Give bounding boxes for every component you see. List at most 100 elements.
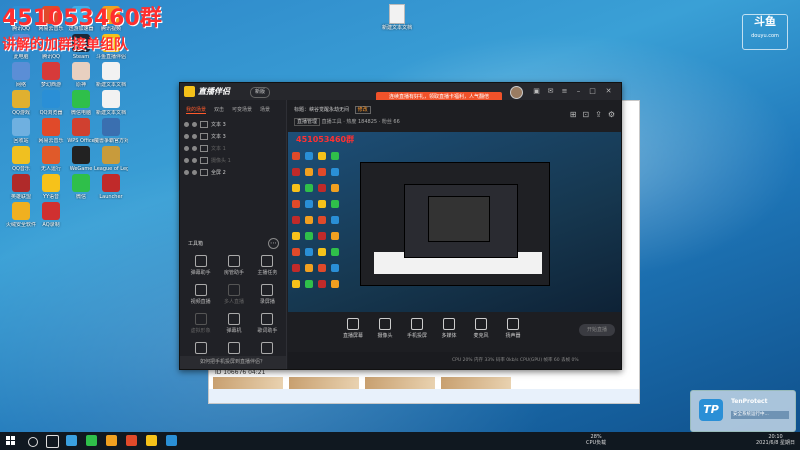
eye-icon[interactable] (184, 169, 189, 175)
lock-icon[interactable] (192, 133, 197, 139)
minimize-icon[interactable]: – (574, 87, 583, 96)
control-button[interactable]: 直播屏幕 (342, 318, 364, 339)
eye-icon[interactable] (184, 145, 189, 151)
tool-button[interactable] (184, 342, 217, 356)
room-manage-button[interactable]: 直播管理 (294, 118, 321, 126)
scene-tab[interactable]: 场景 (260, 106, 270, 114)
app-taskbar-icon[interactable] (126, 435, 137, 446)
desktop-icon[interactable]: WeGame (64, 146, 98, 172)
eye-icon[interactable] (184, 121, 189, 127)
desktop-icon[interactable]: 回收站 (4, 118, 38, 144)
eye-icon[interactable] (184, 157, 189, 163)
tool-button[interactable]: 视频直播 (184, 284, 217, 305)
desktop-icon[interactable]: Launcher (94, 174, 128, 200)
tool-button[interactable] (217, 342, 250, 356)
scene-tab[interactable]: 我的场景 (186, 106, 207, 114)
desktop-icon[interactable]: QQ音乐 (4, 146, 38, 172)
tool-button[interactable]: 多人直播 (217, 284, 250, 305)
maximize-icon[interactable]: □ (588, 87, 597, 96)
desktop-icon[interactable]: 原神 (64, 62, 98, 88)
tool-button[interactable]: 录屏播 (251, 284, 284, 305)
gift-icon[interactable]: ▣ (532, 87, 541, 96)
app-icon (12, 174, 30, 192)
desktop-icon[interactable]: 网络 (4, 62, 38, 88)
tool-button[interactable]: 歌词助手 (251, 313, 284, 334)
preview-overlay-text: 451053460群 (296, 135, 355, 144)
scene-tab[interactable]: 双击 (214, 106, 224, 114)
desktop-icon[interactable]: 梦幻西游 (34, 62, 68, 88)
qq-taskbar-icon[interactable] (166, 435, 177, 446)
desktop-icon[interactable]: League of Legends (94, 146, 128, 172)
desktop-icon[interactable]: WPS Office (64, 118, 98, 144)
desktop-icon[interactable]: 火绒安全软件 (4, 202, 38, 228)
settings-icon[interactable]: ⚙ (608, 110, 615, 119)
tool-button[interactable]: 虚拟形象 (184, 313, 217, 334)
eye-icon[interactable] (184, 133, 189, 139)
start-live-button[interactable]: 开始直播 (579, 324, 615, 336)
windows-start-icon[interactable] (6, 436, 16, 446)
titlebar[interactable]: 直播伴侣 新版 连续直播有好礼，领取直播卡福利，人气翻倍 ▣ ✉ ≡ – □ ✕ (180, 83, 621, 103)
desktop-icon[interactable]: 魔兽争霸官方对战平台 (94, 118, 128, 144)
source-item[interactable]: 摄像头 1 (184, 154, 282, 166)
control-button[interactable]: 扬声器 (502, 318, 524, 339)
tool-button[interactable]: 弹幕机 (217, 313, 250, 334)
lock-icon[interactable] (192, 121, 197, 127)
source-item[interactable]: 文本 3 (184, 118, 282, 130)
control-button[interactable]: 摄像头 (374, 318, 396, 339)
live-companion-window[interactable]: 直播伴侣 新版 连续直播有好礼，领取直播卡福利，人气翻倍 ▣ ✉ ≡ – □ ✕… (179, 82, 622, 370)
share-icon[interactable]: ⇪ (595, 110, 602, 119)
lock-icon[interactable] (192, 145, 197, 151)
lock-icon[interactable] (192, 169, 197, 175)
live-companion-taskbar-icon[interactable] (146, 435, 157, 446)
desktop-icon[interactable]: QQ浏览器 (34, 90, 68, 116)
control-button[interactable]: 多媒体 (438, 318, 460, 339)
room-header: 标题：峡谷觉醒永劫无间 修改 直播管理 直播工具 · 热度 184825 · 粉… (288, 100, 621, 132)
tool-button[interactable] (251, 342, 284, 356)
desktop-icon[interactable]: 微信 (64, 174, 98, 200)
thumbnail[interactable] (289, 377, 359, 389)
source-item[interactable]: 文本 1 (184, 142, 282, 154)
desktop-icon[interactable]: 新建文本文档 (94, 90, 128, 116)
scene-tab[interactable]: 可变场景 (232, 106, 252, 114)
thumbnail[interactable] (441, 377, 511, 389)
desktop-icon[interactable]: 微信电脑 (64, 90, 98, 116)
clock[interactable]: 20:10 2021/6/8 星期日 (756, 434, 795, 446)
thumbnail[interactable] (365, 377, 435, 389)
tenprotect-popup[interactable]: TP TenProtect 安全系统运行中... (690, 390, 796, 432)
control-button[interactable]: 麦克风 (470, 318, 492, 339)
source-item[interactable]: 全屏 2 (184, 166, 282, 178)
bottom-notice[interactable]: 如何把手机投屏到直播伴侣？ (180, 356, 286, 369)
preview-desktop-icon (331, 248, 339, 256)
gift-icon[interactable]: ⊞ (570, 110, 577, 119)
control-button[interactable]: 手机投屏 (406, 318, 428, 339)
desktop-icon[interactable]: 网易云音乐 (34, 118, 68, 144)
edit-title-button[interactable]: 修改 (354, 106, 371, 114)
menu-icon[interactable]: ≡ (560, 87, 569, 96)
toolbox-settings-button[interactable]: ⋯ (268, 238, 279, 249)
desktop-icon[interactable]: AQ录制 (34, 202, 68, 228)
search-icon[interactable] (28, 437, 38, 447)
wechat-taskbar-icon[interactable] (86, 435, 97, 446)
tool-button[interactable]: 主播任务 (251, 255, 284, 276)
source-item[interactable]: 文本 3 (184, 130, 282, 142)
desktop-icon[interactable]: 新建文本文档 (94, 62, 128, 88)
browser-taskbar-icon[interactable] (66, 435, 77, 446)
folder-taskbar-icon[interactable] (106, 435, 117, 446)
desktop-icon[interactable]: YY语音 (34, 174, 68, 200)
tool-button[interactable]: 房管助手 (217, 255, 250, 276)
close-icon[interactable]: ✕ (604, 87, 613, 96)
stream-preview[interactable]: 451053460群 (288, 132, 621, 312)
desktop-icon-label: 腾讯QQ (42, 54, 60, 60)
desktop-file-icon[interactable]: 新建文本文档 (382, 4, 412, 31)
task-view-icon[interactable] (46, 435, 59, 448)
tool-button[interactable]: 弹幕助手 (184, 255, 217, 276)
lock-icon[interactable]: ⊡ (582, 110, 589, 119)
desktop-icon[interactable]: QQ游戏 (4, 90, 38, 116)
mail-icon[interactable]: ✉ (546, 87, 555, 96)
lock-icon[interactable] (192, 157, 197, 163)
version-badge[interactable]: 新版 (250, 87, 271, 98)
avatar[interactable] (510, 86, 523, 99)
desktop-icon[interactable]: 英雄联盟 (4, 174, 38, 200)
thumbnail[interactable] (213, 377, 283, 389)
desktop-icon[interactable]: 无人运行 (34, 146, 68, 172)
